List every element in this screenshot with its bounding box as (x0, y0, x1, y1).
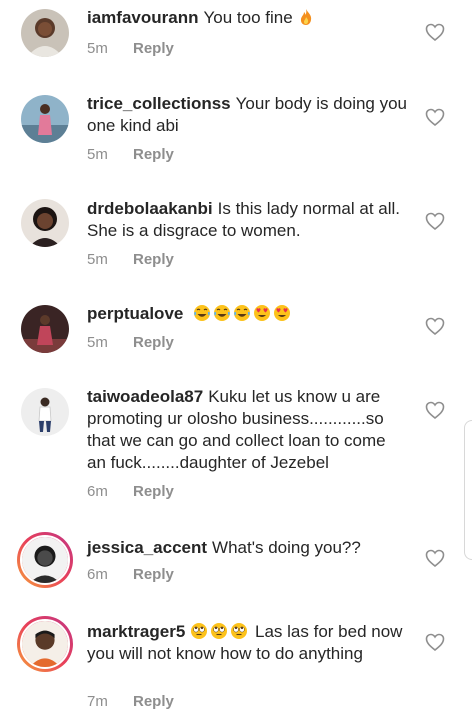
comment-text: jessica_accent What's doing you?? (87, 537, 407, 559)
side-panel-handle[interactable] (464, 420, 472, 560)
comment-meta: 5m Reply (87, 251, 174, 268)
tears-of-joy-emoji (193, 304, 211, 322)
comment-meta: 5m Reply (87, 40, 174, 57)
comment-text: taiwoadeola87 Kuku let us know u are prom… (87, 386, 407, 474)
tears-of-joy-emoji (213, 304, 231, 322)
comment-body: What's doing you?? (212, 538, 361, 557)
reply-button[interactable]: Reply (133, 693, 174, 710)
comment-username[interactable]: iamfavourann (87, 8, 198, 27)
comment-body: You too fine (203, 8, 293, 27)
eye-roll-emoji (230, 622, 248, 640)
comment-text: drdebolaakanbi Is this lady normal at all… (87, 198, 407, 242)
reply-button[interactable]: Reply (133, 334, 174, 351)
heart-outline-icon[interactable] (425, 317, 445, 336)
comment-text: perptualove (87, 303, 407, 325)
comment-text: marktrager5 Las las for bed now you will… (87, 621, 407, 665)
comment-time: 6m (87, 566, 108, 583)
comment-username[interactable]: drdebolaakanbi (87, 199, 213, 218)
heart-outline-icon[interactable] (425, 401, 445, 420)
heart-eyes-emoji (253, 304, 271, 322)
avatar[interactable] (17, 616, 73, 672)
comment-time: 6m (87, 483, 108, 500)
comment-meta: 5m Reply (87, 146, 174, 163)
comment-time: 5m (87, 146, 108, 163)
comment-meta: 7m Reply (87, 693, 174, 710)
comment-username[interactable]: taiwoadeola87 (87, 387, 203, 406)
heart-outline-icon[interactable] (425, 549, 445, 568)
reply-button[interactable]: Reply (133, 483, 174, 500)
heart-outline-icon[interactable] (425, 633, 445, 652)
tears-of-joy-emoji (233, 304, 251, 322)
avatar[interactable] (21, 305, 69, 353)
avatar[interactable] (21, 9, 69, 57)
comment-time: 5m (87, 334, 108, 351)
reply-button[interactable]: Reply (133, 146, 174, 163)
comment-meta: 5m Reply (87, 334, 174, 351)
fire-emoji (297, 8, 315, 26)
comment-meta: 6m Reply (87, 483, 174, 500)
heart-eyes-emoji (273, 304, 291, 322)
comment-time: 7m (87, 693, 108, 710)
eye-roll-emoji (210, 622, 228, 640)
avatar[interactable] (21, 95, 69, 143)
comment-text: trice_collectionss Your body is doing you… (87, 93, 407, 137)
avatar[interactable] (17, 532, 73, 588)
reply-button[interactable]: Reply (133, 40, 174, 57)
comment-username[interactable]: perptualove (87, 304, 183, 323)
heart-outline-icon[interactable] (425, 212, 445, 231)
comment-meta: 6m Reply (87, 566, 174, 583)
reply-button[interactable]: Reply (133, 566, 174, 583)
avatar[interactable] (21, 388, 69, 436)
comment-username[interactable]: trice_collectionss (87, 94, 231, 113)
comment-username[interactable]: marktrager5 (87, 622, 185, 641)
reply-button[interactable]: Reply (133, 251, 174, 268)
comment-username[interactable]: jessica_accent (87, 538, 207, 557)
comment-time: 5m (87, 40, 108, 57)
eye-roll-emoji (190, 622, 208, 640)
heart-outline-icon[interactable] (425, 23, 445, 42)
heart-outline-icon[interactable] (425, 108, 445, 127)
comment-time: 5m (87, 251, 108, 268)
comment-text: iamfavourann You too fine (87, 7, 407, 29)
avatar[interactable] (21, 199, 69, 247)
